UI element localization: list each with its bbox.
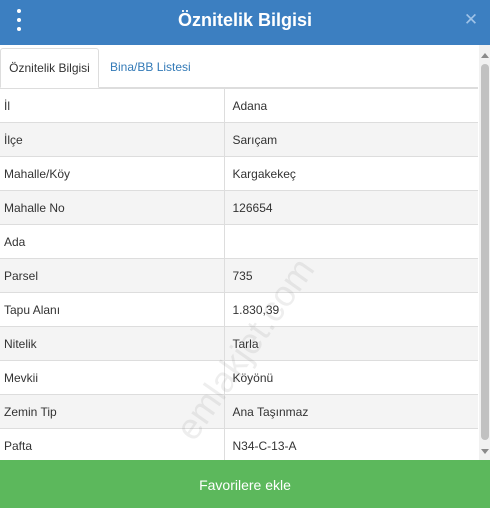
add-to-favorites-button[interactable]: Favorilere ekle [0,460,490,508]
table-row: İl Adana [0,88,478,123]
table-row: Mahalle/Köy Kargakekeç [0,156,478,191]
attribute-table: İl Adana İlçe Sarıçam Mahalle/Köy Kargak… [0,88,478,460]
dialog-title: Öznitelik Bilgisi [177,10,313,30]
attribute-key: Zemin Tip [0,394,225,429]
scroll-down-arrow-icon[interactable] [481,449,489,454]
table-row: Mevkii Köyönü [0,360,478,395]
tab-bina-bb-listesi[interactable]: Bina/BB Listesi [100,48,201,88]
attribute-key: Mahalle No [0,190,225,225]
scrollbar-thumb[interactable] [481,64,489,440]
table-row: İlçe Sarıçam [0,122,478,157]
attribute-key: İlçe [0,122,225,157]
table-row: Zemin Tip Ana Taşınmaz [0,394,478,429]
attribute-value: Sarıçam [224,122,478,157]
attribute-key: Ada [0,224,225,259]
tab-oznitelik-bilgisi[interactable]: Öznitelik Bilgisi [0,48,99,88]
attribute-value: 1.830,39 [224,292,478,327]
attribute-value: Tarla [224,326,478,361]
attribute-key: Nitelik [0,326,225,361]
close-icon[interactable]: ✕ [462,9,480,31]
scroll-up-arrow-icon[interactable] [481,53,489,58]
attribute-value: Köyönü [224,360,478,395]
table-row: Tapu Alanı 1.830,39 [0,292,478,327]
attribute-value: Ana Taşınmaz [224,394,478,429]
table-row: Ada [0,224,478,259]
attribute-value: 735 [224,258,478,293]
attribute-key: Mevkii [0,360,225,395]
attribute-key: Parsel [0,258,225,293]
attribute-key: Pafta [0,428,225,460]
vertical-scrollbar[interactable] [479,45,490,460]
attribute-table-container[interactable]: İl Adana İlçe Sarıçam Mahalle/Köy Kargak… [0,88,478,460]
attribute-key: Tapu Alanı [0,292,225,327]
dialog-header: Öznitelik Bilgisi ✕ [0,0,490,45]
attribute-key: Mahalle/Köy [0,156,225,191]
tab-bar: Öznitelik Bilgisi Bina/BB Listesi [0,45,478,88]
attribute-key: İl [0,88,225,123]
attribute-value: 126654 [224,190,478,225]
table-row: Pafta N34-C-13-A [0,428,478,460]
table-row: Parsel 735 [0,258,478,293]
table-row: Nitelik Tarla [0,326,478,361]
table-row: Mahalle No 126654 [0,190,478,225]
attribute-value [224,224,478,259]
attribute-value: Adana [224,88,478,123]
attribute-value: N34-C-13-A [224,428,478,460]
attribute-value: Kargakekeç [224,156,478,191]
